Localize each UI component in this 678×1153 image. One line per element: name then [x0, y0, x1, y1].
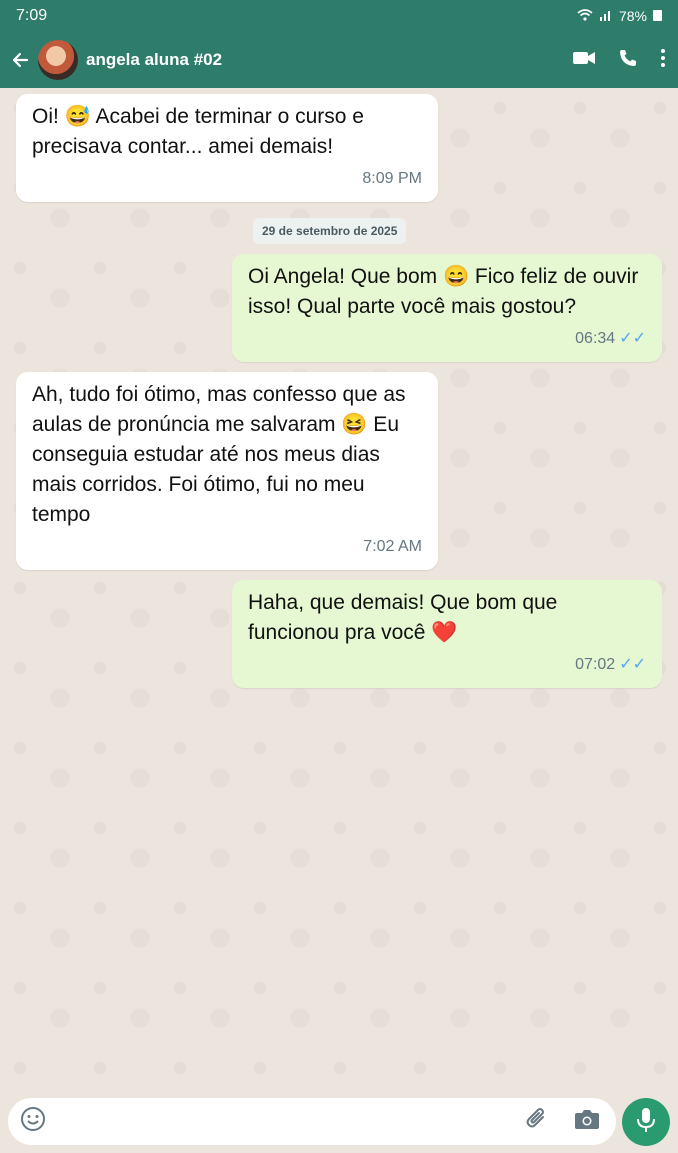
message-input-box [8, 1098, 616, 1145]
avatar[interactable] [38, 40, 78, 80]
input-actions [524, 1106, 600, 1137]
message-time: 06:34 [575, 330, 616, 347]
message-time: 7:02 AM [363, 538, 422, 555]
message-meta: 7:02 AM [32, 532, 422, 562]
message-outgoing[interactable]: Oi Angela! Que bom 😄 Fico feliz de ouvir… [232, 254, 662, 362]
status-bar: 7:09 78% [0, 0, 678, 32]
composer-bar [0, 1088, 678, 1153]
chat-header: angela aluna #02 [0, 32, 678, 88]
emoji-icon[interactable] [20, 1106, 46, 1137]
mic-icon [636, 1107, 656, 1138]
status-indicators: 78% [577, 8, 662, 24]
more-vert-icon[interactable] [660, 48, 666, 73]
message-text: Ah, tudo foi ótimo, mas confesso que as … [32, 383, 406, 526]
message-meta: 07:02 ✓✓ [248, 650, 646, 680]
camera-icon[interactable] [574, 1108, 600, 1135]
message-time: 8:09 PM [362, 170, 422, 187]
message-incoming[interactable]: Ah, tudo foi ótimo, mas confesso que as … [16, 372, 438, 570]
read-ticks-icon: ✓✓ [619, 656, 646, 673]
message-text: Haha, que demais! Que bom que funcionou … [248, 591, 558, 644]
paperclip-icon[interactable] [524, 1106, 550, 1137]
chat-area[interactable]: Oi! 😅 Acabei de terminar o curso e preci… [0, 88, 678, 1088]
signal-icon [599, 8, 613, 24]
video-call-icon[interactable] [572, 50, 596, 71]
message-text: Oi! 😅 Acabei de terminar o curso e preci… [32, 105, 364, 158]
wifi-icon [577, 8, 593, 24]
mic-button[interactable] [622, 1098, 670, 1146]
status-time: 7:09 [16, 7, 48, 24]
message-time: 07:02 [575, 656, 616, 673]
date-separator: 29 de setembro de 2025 [253, 218, 407, 244]
header-actions [572, 48, 666, 73]
message-incoming[interactable]: Oi! 😅 Acabei de terminar o curso e preci… [16, 94, 438, 202]
battery-icon [653, 8, 662, 24]
read-ticks-icon: ✓✓ [619, 330, 646, 347]
phone-icon[interactable] [618, 48, 638, 73]
message-meta: 06:34 ✓✓ [248, 324, 646, 354]
message-text: Oi Angela! Que bom 😄 Fico feliz de ouvir… [248, 265, 639, 318]
contact-name[interactable]: angela aluna #02 [86, 50, 572, 70]
message-input[interactable] [56, 1101, 514, 1142]
message-outgoing[interactable]: Haha, que demais! Que bom que funcionou … [232, 580, 662, 688]
message-meta: 8:09 PM [32, 164, 422, 194]
arrow-left-icon[interactable] [2, 50, 38, 70]
battery-level: 78% [618, 8, 647, 24]
